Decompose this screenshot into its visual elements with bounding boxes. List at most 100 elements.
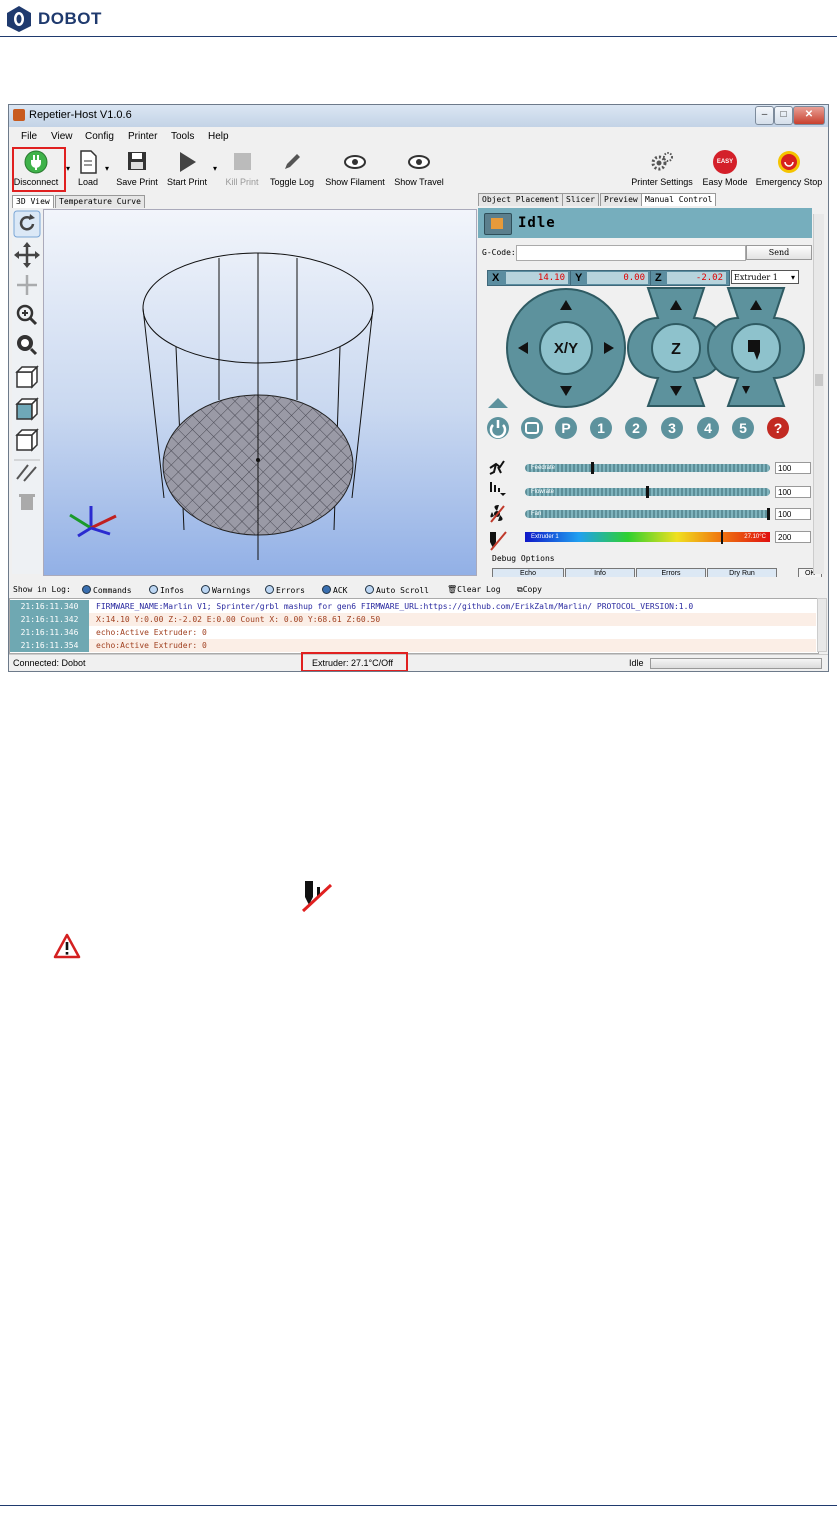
- x-label: X: [492, 272, 500, 284]
- panel-scrollbar[interactable]: [813, 214, 824, 574]
- save-print-label: Save Print: [116, 177, 158, 187]
- flowrate-input[interactable]: 100: [775, 486, 811, 498]
- printer-idle-status: Idle: [629, 658, 644, 668]
- log-option-commands[interactable]: Commands: [82, 585, 132, 595]
- extruder-jog-pad[interactable]: [707, 287, 805, 407]
- send-button[interactable]: Send: [746, 245, 812, 260]
- tab-object-placement[interactable]: Object Placement: [478, 193, 564, 206]
- power-icon[interactable]: [487, 417, 509, 439]
- menu-file[interactable]: File: [21, 131, 37, 142]
- home-icon[interactable]: [488, 398, 508, 408]
- extruder-status-highlight: [301, 652, 408, 671]
- printer-icon: [484, 213, 512, 235]
- copy-log-button[interactable]: ⧉Copy: [517, 585, 542, 595]
- log-area[interactable]: 21:16:11.340 FIRMWARE_NAME:Marlin V1; Sp…: [9, 598, 819, 654]
- show-travel-label: Show Travel: [394, 177, 444, 187]
- manual-control-panel: Idle G-Code: Send X 14.10 Y 0.00 Z -2.02…: [478, 208, 824, 577]
- extruder-select[interactable]: Extruder 1 ▾: [731, 270, 799, 284]
- kill-print-label: Kill Print: [225, 177, 259, 187]
- log-option-auto-scroll[interactable]: Auto Scroll: [365, 585, 429, 595]
- load-button[interactable]: Load: [73, 150, 103, 187]
- fan-thumb[interactable]: [767, 508, 770, 520]
- fan-slider[interactable]: Fan: [525, 508, 770, 520]
- move-object-icon[interactable]: [17, 275, 37, 295]
- show-filament-button[interactable]: Show Filament: [323, 150, 387, 187]
- feedrate-label: Feedrate: [531, 465, 556, 471]
- view-iso-icon[interactable]: [15, 365, 39, 389]
- header-divider: [0, 36, 837, 37]
- view-front-icon[interactable]: [15, 397, 39, 421]
- extruder-temp-value: 27.10°C: [744, 534, 766, 540]
- log-option-infos[interactable]: Infos: [149, 585, 184, 595]
- move-icon[interactable]: [14, 242, 40, 268]
- minimize-button[interactable]: –: [755, 106, 774, 125]
- extruder-off-icon: [490, 531, 507, 551]
- flowrate-thumb[interactable]: [646, 486, 649, 498]
- save-print-button[interactable]: Save Print: [115, 150, 159, 187]
- fan-input[interactable]: 100: [775, 508, 811, 520]
- gcode-input[interactable]: [516, 245, 746, 261]
- tab-3d-view[interactable]: 3D View: [12, 195, 54, 208]
- print-bed-cylinder: [142, 252, 374, 560]
- debug-echo-button[interactable]: Echo: [492, 568, 564, 577]
- menu-help[interactable]: Help: [208, 131, 229, 142]
- feedrate-input[interactable]: 100: [775, 462, 811, 474]
- extruder-target-marker[interactable]: [721, 530, 723, 544]
- dropdown-arrow-icon[interactable]: ▾: [66, 164, 70, 173]
- extruder-temp-bar[interactable]: Extruder 1 27.10°C: [525, 530, 770, 544]
- printer-settings-button[interactable]: Printer Settings: [629, 150, 695, 187]
- easy-mode-icon: EASY: [713, 150, 737, 174]
- show-filament-label: Show Filament: [325, 177, 385, 187]
- tab-slicer[interactable]: Slicer: [562, 193, 599, 206]
- emergency-stop-button[interactable]: Emergency Stop: [753, 150, 825, 187]
- tab-temperature-curve[interactable]: Temperature Curve: [55, 195, 145, 208]
- view-tools-sidebar: [12, 209, 42, 574]
- maximize-button[interactable]: □: [774, 106, 793, 125]
- cooling-icon[interactable]: [521, 417, 543, 439]
- dobot-logo-icon: [7, 6, 31, 32]
- tab-preview[interactable]: Preview: [600, 193, 642, 206]
- log-option-warnings[interactable]: Warnings: [201, 585, 251, 595]
- y-label: Y: [575, 272, 583, 284]
- debug-info-button[interactable]: Info: [565, 568, 635, 577]
- rotate-icon[interactable]: [13, 210, 41, 238]
- feedrate-slider[interactable]: Feedrate: [525, 462, 770, 474]
- log-scrollbar[interactable]: [817, 598, 827, 652]
- show-travel-button[interactable]: Show Travel: [391, 150, 447, 187]
- feedrate-thumb[interactable]: [591, 462, 594, 474]
- toggle-log-button[interactable]: Toggle Log: [267, 150, 317, 187]
- trash-icon[interactable]: [19, 494, 35, 510]
- tab-manual-control[interactable]: Manual Control: [641, 193, 717, 206]
- log-time: 21:16:11.342: [10, 613, 89, 626]
- 3d-viewport[interactable]: [43, 209, 477, 576]
- title-bar[interactable]: Repetier-Host V1.0.6 – □ ✕: [9, 105, 828, 127]
- extruder-off-icon: [291, 873, 345, 919]
- help-label: ?: [774, 420, 783, 436]
- flowrate-slider[interactable]: Flowrate: [525, 486, 770, 498]
- close-button[interactable]: ✕: [793, 106, 825, 125]
- x-value: 14.10: [506, 272, 568, 284]
- easy-mode-button[interactable]: EASY Easy Mode: [701, 150, 749, 187]
- y-value: 0.00: [587, 272, 648, 284]
- view-top-icon[interactable]: [15, 428, 39, 452]
- log-time: 21:16:11.346: [10, 626, 89, 639]
- log-message: X:14.10 Y:0.00 Z:-2.02 E:0.00 Count X: 0…: [96, 615, 381, 624]
- zoom-fit-icon[interactable]: [17, 335, 38, 356]
- dropdown-arrow-icon[interactable]: ▾: [213, 164, 217, 173]
- start-print-button[interactable]: Start Print: [165, 150, 209, 187]
- menu-printer[interactable]: Printer: [128, 131, 157, 142]
- start-print-label: Start Print: [166, 177, 207, 187]
- zoom-in-icon[interactable]: [16, 304, 38, 326]
- dropdown-arrow-icon[interactable]: ▾: [105, 164, 109, 173]
- debug-dry-run-button[interactable]: Dry Run: [707, 568, 777, 577]
- parallel-lines-icon[interactable]: [16, 464, 37, 482]
- menu-config[interactable]: Config: [85, 131, 114, 142]
- debug-errors-button[interactable]: Errors: [636, 568, 706, 577]
- extruder-target-input[interactable]: 200: [775, 531, 811, 543]
- clear-log-button[interactable]: 🗑Clear Log: [447, 585, 501, 594]
- menu-tools[interactable]: Tools: [171, 131, 194, 142]
- log-option-ack[interactable]: ACK: [322, 585, 347, 595]
- menu-view[interactable]: View: [51, 131, 73, 142]
- kill-print-button[interactable]: Kill Print: [223, 150, 261, 187]
- log-option-errors[interactable]: Errors: [265, 585, 305, 595]
